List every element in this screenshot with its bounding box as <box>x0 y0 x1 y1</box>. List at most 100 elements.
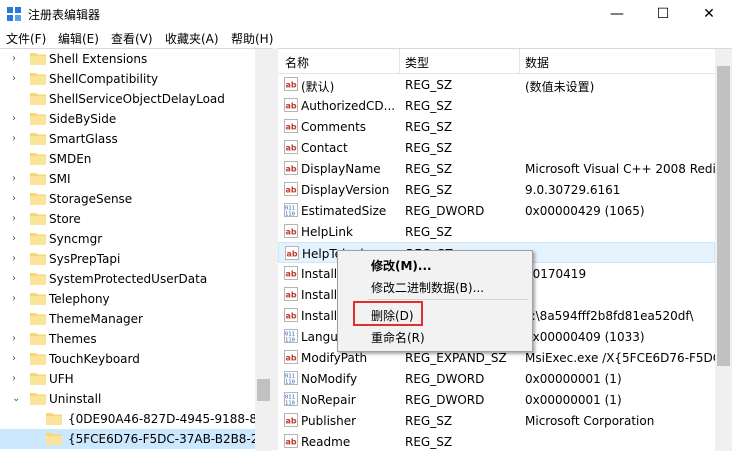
chevron-right-icon[interactable]: › <box>12 233 24 245</box>
string-value-icon: ab <box>284 140 298 154</box>
close-button[interactable]: ✕ <box>686 0 732 28</box>
tree-item[interactable]: {0DE90A46-827D-4945-9188-877 <box>0 409 272 429</box>
table-row[interactable]: ab Contact REG_SZ <box>278 137 715 158</box>
tree-item-label: ThemeManager <box>49 312 143 326</box>
table-row[interactable]: ab AuthorizedCD... REG_SZ <box>278 95 715 116</box>
chevron-right-icon[interactable]: › <box>12 293 24 305</box>
menu-file[interactable]: 文件(F) <box>6 30 46 47</box>
folder-icon <box>30 232 46 245</box>
context-modify-binary[interactable]: 修改二进制数据(B)... <box>371 279 484 296</box>
value-name: DisplayVersion <box>301 183 390 197</box>
chevron-right-icon[interactable] <box>12 313 24 325</box>
tree-item-label: {0DE90A46-827D-4945-9188-877 <box>68 412 272 426</box>
folder-icon <box>46 432 62 445</box>
tree-item[interactable]: › Themes <box>0 329 255 349</box>
folder-icon <box>30 372 46 385</box>
value-name: EstimatedSize <box>301 204 387 218</box>
tree-item[interactable]: ShellServiceObjectDelayLoad <box>0 89 255 109</box>
list-scrollbar[interactable] <box>715 49 732 451</box>
table-row[interactable]: ab (默认) REG_SZ (数值未设置) <box>278 74 715 95</box>
menu-view[interactable]: 查看(V) <box>111 30 153 47</box>
column-header-data[interactable]: 数据 <box>525 54 549 71</box>
tree-scrollbar[interactable] <box>255 49 272 451</box>
tree-item[interactable]: › SysPrepTapi <box>0 249 255 269</box>
value-name: Publisher <box>301 414 357 428</box>
context-separator <box>368 299 528 300</box>
chevron-right-icon[interactable]: › <box>12 53 24 65</box>
menu-edit[interactable]: 编辑(E) <box>58 30 99 47</box>
menu-help[interactable]: 帮助(H) <box>231 30 273 47</box>
tree-item[interactable]: ThemeManager <box>0 309 255 329</box>
tree-item[interactable]: › SystemProtectedUserData <box>0 269 255 289</box>
chevron-right-icon[interactable]: › <box>12 133 24 145</box>
context-delete[interactable]: 删除(D) <box>371 307 414 324</box>
tree-item-label: {5FCE6D76-F5DC-37AB-B2B8-22 <box>68 432 267 446</box>
value-data: 20170419 <box>525 267 587 281</box>
svg-text:ab: ab <box>286 270 297 279</box>
folder-icon <box>30 72 46 85</box>
chevron-right-icon[interactable] <box>28 433 40 445</box>
string-value-icon: ab <box>284 98 298 112</box>
list-scrollbar-thumb[interactable] <box>717 66 730 366</box>
table-row[interactable]: 011 110 EstimatedSize REG_DWORD 0x00000429 (… <box>278 200 715 221</box>
tree-item[interactable]: › ShellCompatibility <box>0 69 255 89</box>
chevron-right-icon[interactable]: › <box>12 113 24 125</box>
tree-item-label: Shell Extensions <box>49 52 148 66</box>
chevron-right-icon[interactable]: › <box>12 193 24 205</box>
tree-item[interactable]: › Shell Extensions <box>0 49 255 69</box>
folder-icon <box>30 332 46 345</box>
folder-icon <box>30 52 46 65</box>
column-header-type[interactable]: 类型 <box>405 54 429 71</box>
folder-icon <box>30 292 46 305</box>
tree-scrollbar-thumb[interactable] <box>257 379 270 401</box>
table-row[interactable]: 011 110 NoRepair REG_DWORD 0x00000001 (1) <box>278 389 715 410</box>
chevron-right-icon[interactable] <box>28 413 40 425</box>
table-row[interactable]: ab Comments REG_SZ <box>278 116 715 137</box>
chevron-right-icon[interactable]: › <box>12 333 24 345</box>
table-row[interactable]: ab HelpLink REG_SZ <box>278 221 715 242</box>
value-data: Microsoft Visual C++ 2008 Redis <box>525 162 723 176</box>
column-header-name[interactable]: 名称 <box>285 54 309 71</box>
context-rename[interactable]: 重命名(R) <box>371 329 425 346</box>
context-modify[interactable]: 修改(M)... <box>371 257 432 274</box>
chevron-right-icon[interactable]: › <box>12 373 24 385</box>
chevron-right-icon[interactable] <box>12 153 24 165</box>
tree-item[interactable]: › Store <box>0 209 255 229</box>
tree-item-label: SystemProtectedUserData <box>49 272 208 286</box>
tree-item[interactable]: ⌄ Uninstall <box>0 389 255 409</box>
menu-favorites[interactable]: 收藏夹(A) <box>165 30 219 47</box>
column-separator[interactable] <box>519 49 520 73</box>
minimize-button[interactable]: — <box>594 0 640 28</box>
tree-item[interactable]: {5FCE6D76-F5DC-37AB-B2B8-22 <box>0 429 266 449</box>
maximize-button[interactable]: ☐ <box>640 0 686 28</box>
svg-text:ab: ab <box>286 228 297 237</box>
tree-item[interactable]: › SMI <box>0 169 255 189</box>
value-data: 0x00000001 (1) <box>525 393 622 407</box>
tree-item[interactable]: › TouchKeyboard <box>0 349 255 369</box>
svg-text:110: 110 <box>285 212 295 218</box>
tree-item[interactable]: › SideBySide <box>0 109 255 129</box>
table-row[interactable]: ab DisplayName REG_SZ Microsoft Visual C++ … <box>278 158 722 179</box>
tree-item[interactable]: › Telephony <box>0 289 255 309</box>
chevron-right-icon[interactable]: › <box>12 213 24 225</box>
chevron-right-icon[interactable]: › <box>12 253 24 265</box>
table-row[interactable]: ab Publisher REG_SZ Microsoft Corporation <box>278 410 715 431</box>
tree-item[interactable]: › UFH <box>0 369 255 389</box>
chevron-right-icon[interactable]: › <box>12 273 24 285</box>
tree-item[interactable]: › Syncmgr <box>0 229 255 249</box>
chevron-right-icon[interactable]: › <box>12 73 24 85</box>
tree-item[interactable]: › StorageSense <box>0 189 255 209</box>
value-type: REG_SZ <box>405 78 453 92</box>
table-row[interactable]: ab Readme REG_SZ <box>278 431 715 451</box>
table-row[interactable]: 011 110 NoModify REG_DWORD 0x00000001 (1) <box>278 368 715 389</box>
value-name: NoRepair <box>301 393 356 407</box>
chevron-right-icon[interactable]: › <box>12 353 24 365</box>
tree-item[interactable]: › SmartGlass <box>0 129 255 149</box>
tree-item[interactable]: SMDEn <box>0 149 255 169</box>
title-bar: 注册表编辑器 — ☐ ✕ <box>0 0 732 28</box>
chevron-right-icon[interactable]: › <box>12 173 24 185</box>
table-row[interactable]: ab DisplayVersion REG_SZ 9.0.30729.6161 <box>278 179 715 200</box>
chevron-right-icon[interactable] <box>12 93 24 105</box>
column-separator[interactable] <box>399 49 400 73</box>
chevron-down-icon[interactable]: ⌄ <box>12 393 24 405</box>
